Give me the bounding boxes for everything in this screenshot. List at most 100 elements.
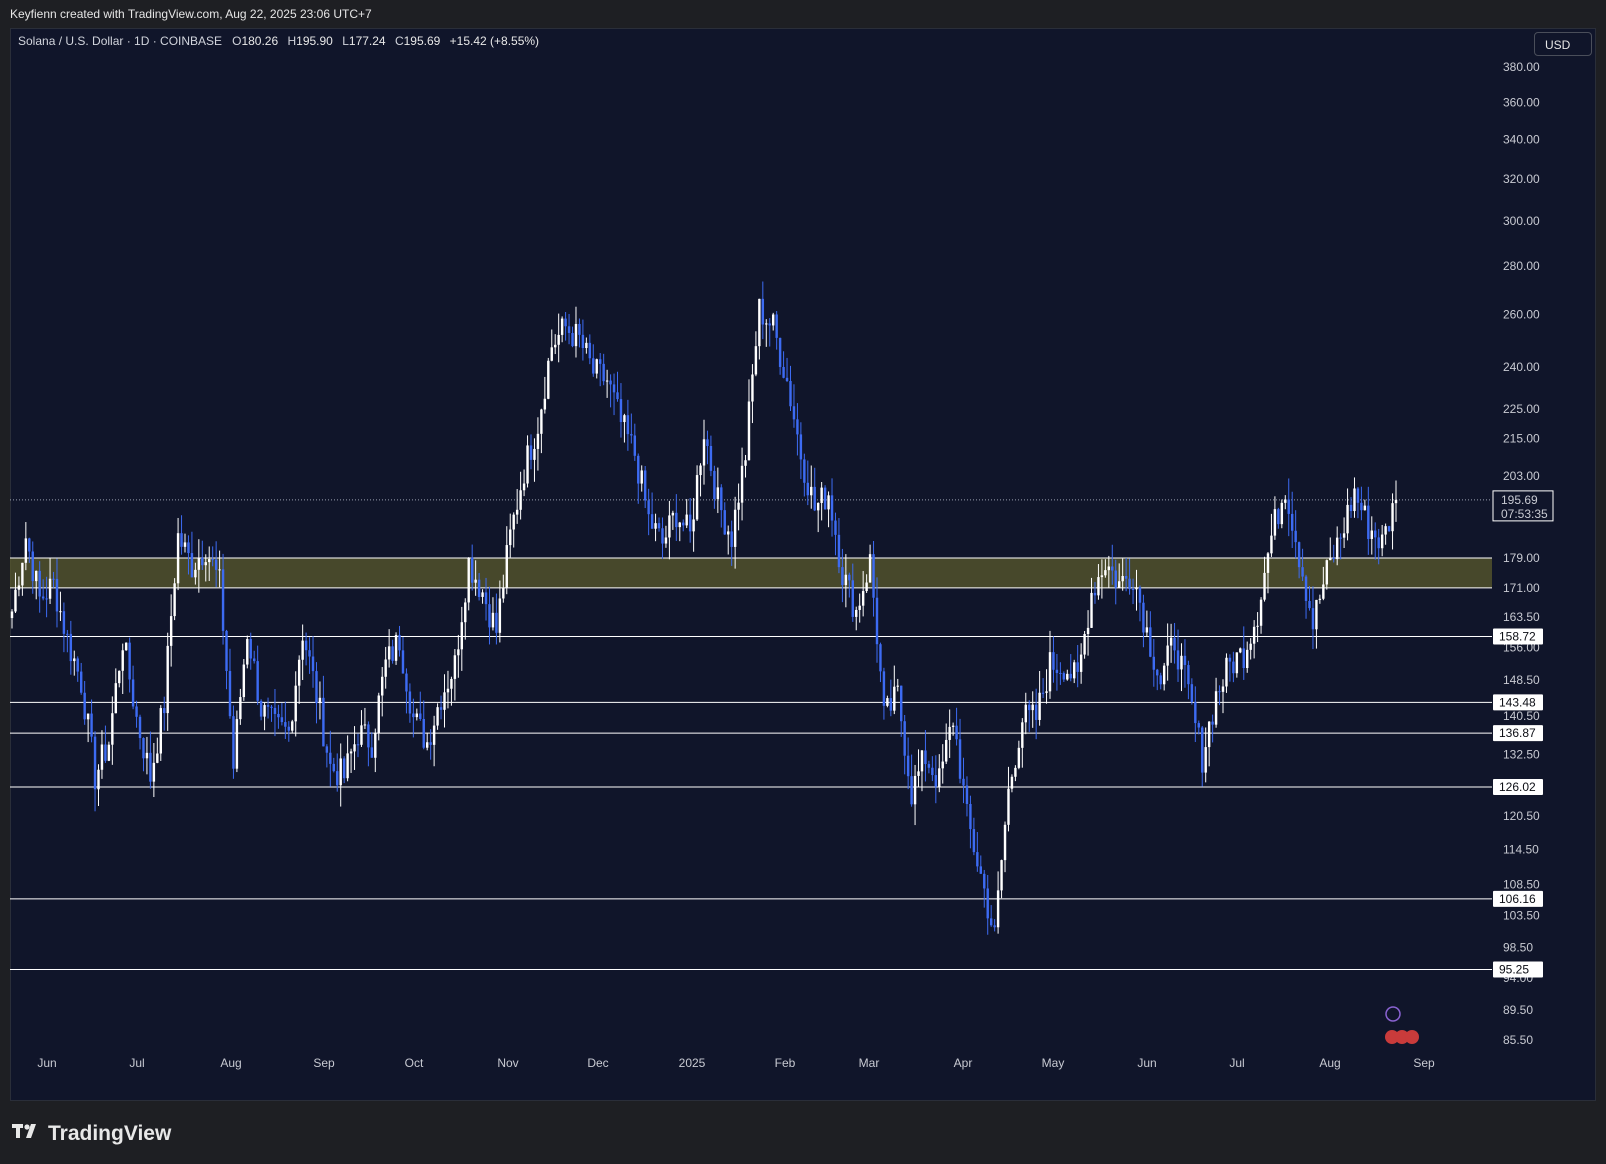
candle-body [394,634,398,661]
candle-body [799,434,803,460]
tradingview-brand[interactable]: TradingView [12,1120,171,1148]
candle-body [477,579,481,597]
candle-body [1335,537,1339,560]
candle-body [1059,672,1062,674]
candle-body [35,570,38,582]
candle-body [405,673,408,692]
candle-body [1014,767,1017,777]
candle-body [1290,513,1294,531]
candle-body [910,776,913,805]
candle-body [1315,599,1318,630]
candle-body [214,559,218,570]
x-tick-label: May [1042,1056,1065,1070]
candle-body [1197,723,1200,728]
candle-body [688,514,692,532]
candle-body [52,578,55,580]
candle-body [1235,652,1239,674]
y-tick-label: 340.00 [1503,133,1540,147]
candle-body [841,567,844,586]
y-tick-label: 98.50 [1503,941,1533,955]
candle-body [554,344,557,348]
candle-body [1149,627,1152,657]
candle-body [931,767,934,776]
candlestick-chart[interactable]: 380.00 360.00 340.00 320.00 300.00 280.00 260.… [0,0,1606,1164]
candle-body [1256,625,1259,627]
candle-body [1187,665,1190,685]
open-value: 180.26 [241,34,279,48]
candle-body [1173,637,1176,651]
candle-body [533,448,536,460]
candle-body [79,671,83,693]
y-tick-label: 203.00 [1503,469,1540,483]
candle-body [1076,662,1079,672]
candle-body [747,401,751,461]
candle-body [422,718,425,748]
candle-body [1360,502,1363,511]
candle-body [1152,656,1156,670]
candle-body [920,750,924,772]
candle-body [716,487,720,500]
candle-body [844,574,848,586]
candle-body [100,744,104,770]
candle-body [159,708,162,754]
candle-body [1000,860,1003,891]
candle-body [609,380,612,385]
candle-body [356,744,360,746]
candle-body [1374,530,1377,538]
candle-body [972,829,976,853]
candle-body [792,406,796,420]
candle-body [353,744,356,752]
candle-body [336,771,339,786]
candle-body [1387,526,1391,532]
level-price-label: 143.48 [1499,695,1536,709]
candle-body [1221,686,1225,692]
candle-body [412,713,415,718]
candle-body [1145,627,1149,633]
candle-body [913,775,917,805]
candle-body [1287,499,1290,514]
candle-body [1062,673,1066,680]
candle-body [515,509,519,515]
candle-body [384,659,387,677]
candle-body [1377,537,1380,549]
candle-body [986,888,989,919]
candle-body [118,670,121,684]
y-tick-label: 132.50 [1503,747,1540,761]
candle-body [948,726,951,740]
candle-body [661,528,664,544]
candle-body [187,542,190,554]
candle-body [1211,721,1214,725]
candle-body [754,346,758,375]
candle-body [851,580,854,617]
candle-body [176,533,180,584]
candle-body [1107,566,1111,571]
candle-body [387,646,391,660]
candle-body [1349,504,1353,512]
candle-body [62,611,66,634]
candle-body [979,866,983,874]
low-label: L [342,34,349,48]
x-tick-label: Aug [220,1056,241,1070]
candle-body [163,708,166,714]
candle-body [443,692,446,710]
candle-body [291,721,294,731]
y-tick-label: 114.50 [1503,842,1539,856]
candle-body [1329,557,1332,561]
candle-body [695,475,699,520]
candle-body [889,698,893,711]
candle-body [90,713,93,737]
candle-body [17,585,21,590]
candle-body [464,602,467,623]
candle-body [425,742,429,748]
candle-body [806,482,810,496]
currency-selector[interactable]: USD [1534,32,1592,56]
candle-body [1249,643,1252,650]
candle-body [270,706,273,708]
candle-body [1169,637,1173,646]
candle-body [816,502,820,511]
candle-body [381,676,384,696]
y-tick-label: 280.00 [1503,259,1540,273]
candle-body [813,486,816,511]
candle-body [619,399,623,423]
candle-body [1038,692,1041,720]
